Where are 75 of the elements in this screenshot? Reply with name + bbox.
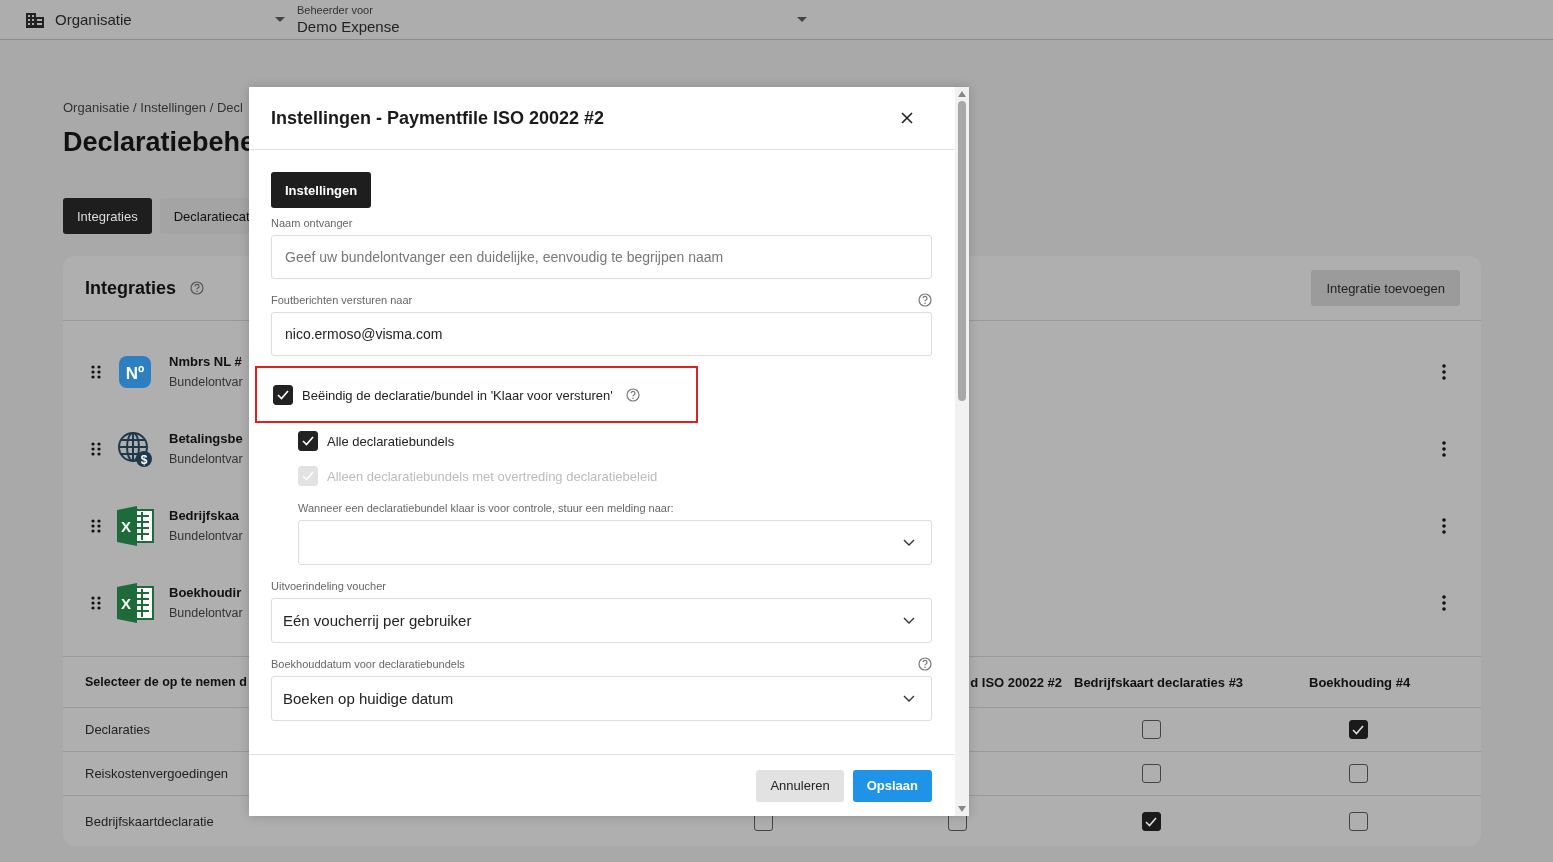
chevron-down-icon [903,539,915,546]
checkmark-icon [1145,816,1157,827]
field-label: Uitvoerindeling voucher [271,580,386,592]
integration-name: Nmbrs NL # [169,354,243,369]
breadcrumb: Organisatie / Instellingen / Decl [63,100,244,115]
drag-handle-icon[interactable] [91,441,101,456]
checkbox[interactable] [298,431,318,451]
select-field[interactable] [298,520,932,565]
building-icon [25,11,45,28]
scrollbar-thumb[interactable] [958,101,966,401]
organisation-selector[interactable]: Organisatie [55,11,275,28]
help-icon[interactable] [625,388,640,402]
checkbox-label: Beëindig de declaratie/bundel in 'Klaar voor versturen' [302,387,613,403]
tab[interactable]: Instellingen [271,172,372,208]
checkbox-label: Alle declaratiebundels [327,433,455,449]
more-options-icon[interactable] [1442,517,1446,534]
checkbox[interactable] [1348,812,1368,831]
table-cell-text: Bedrijfskaartdeclaratie [84,814,215,829]
integration-name: Betalingsbe [169,431,243,446]
integration-name: Bedrijfskaa [169,508,241,523]
drag-handle-icon[interactable] [91,364,101,379]
checkmark-icon [277,390,289,400]
dialog-title: Instellingen - Paymentfile ISO 20022 #2 [271,107,605,129]
integration-subtitle: Bundelontvar [169,606,243,620]
integration-subtitle: Bundelontvar [169,452,243,466]
add-integration-button[interactable]: Integratie toevoegen [1311,270,1460,306]
field-label: Naam ontvanger [271,217,353,229]
help-icon[interactable] [918,293,932,307]
table-cell-text: Reiskostenvergoedingen [84,766,230,781]
caret-icon[interactable] [797,17,807,22]
checkbox[interactable] [1141,764,1161,783]
card-title: Integraties [85,277,177,299]
more-options-icon[interactable] [1442,363,1446,380]
cancel-button[interactable]: Annuleren [756,769,844,802]
input-field[interactable]: Geef uw bundelontvanger een duidelijke, eenvoudig te begrijpen naam [271,235,932,279]
scroll-up-icon[interactable] [958,91,966,97]
page-title: Declaratiebehe [63,127,257,158]
checkbox[interactable] [1141,812,1161,831]
checkmark-icon [1352,724,1364,735]
select-field[interactable]: Boeken op huidige datum [271,676,932,721]
column-header: d ISO 20022 #2 [970,674,1062,690]
help-icon[interactable] [190,281,205,295]
checkbox[interactable] [1348,720,1368,739]
more-options-icon[interactable] [1442,594,1446,611]
scrollbar[interactable] [955,87,969,816]
drag-handle-icon[interactable] [91,595,101,610]
column-header: Selecteer de op te nemen d [84,675,248,689]
field-label: Boekhouddatum voor declaratiebundels [271,658,465,670]
more-options-icon[interactable] [1442,440,1446,457]
field-label: Wanneer een declaratiebundel klaar is voor controle, stuur een melding naar: [298,502,675,514]
checkmark-icon [302,436,314,446]
admin-selector[interactable]: Demo Expense [297,18,797,35]
checkbox[interactable] [1348,764,1368,783]
integration-subtitle: Bundelontvar [169,529,243,543]
integration-name: Boekhoudir [169,585,243,600]
checkmark-icon [302,471,314,481]
column-header: Boekhouding #4 [1309,674,1411,690]
chevron-down-icon [903,617,915,624]
integration-subtitle: Bundelontvar [169,375,243,389]
close-icon[interactable] [901,112,913,124]
chevron-down-icon [903,695,915,702]
drag-handle-icon[interactable] [91,518,101,533]
checkbox-label: Alleen declaratiebundels met overtreding declaratiebeleid [327,468,658,484]
select-field[interactable]: Eén voucherrij per gebruiker [271,598,932,643]
tab[interactable]: Integraties [63,198,152,234]
input-field[interactable]: nico.ermoso@visma.com [271,312,932,356]
column-header: Bedrijfskaart declaraties #3 [1074,674,1244,690]
table-cell-text: Declaraties [84,722,152,737]
scroll-down-icon[interactable] [958,806,966,812]
caret-icon[interactable] [275,17,285,22]
checkbox[interactable] [1141,720,1161,739]
checkbox[interactable] [273,385,293,405]
field-label: Foutberichten versturen naar [271,294,413,306]
help-icon[interactable] [918,657,932,671]
admin-label: Beheerder voor [297,4,374,16]
